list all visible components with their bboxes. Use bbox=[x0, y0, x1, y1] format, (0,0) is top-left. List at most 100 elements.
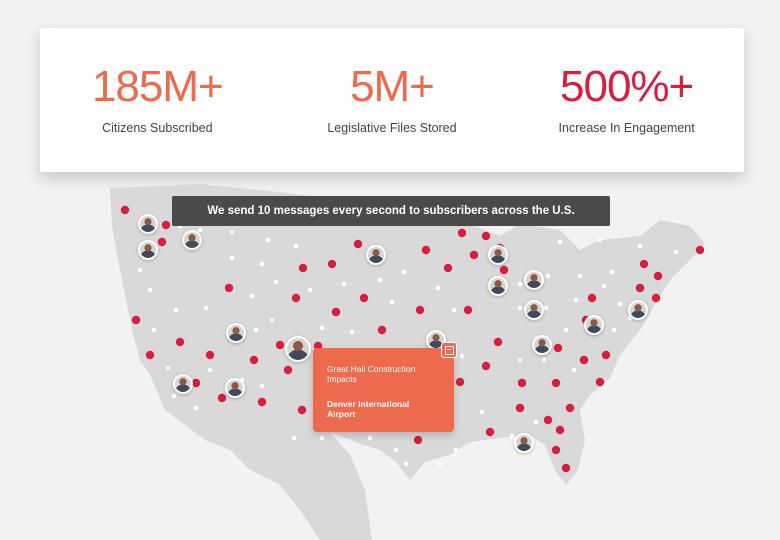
map-dot bbox=[341, 281, 347, 287]
map-dot bbox=[517, 357, 523, 363]
map-dot bbox=[443, 263, 453, 273]
map-dot bbox=[485, 427, 495, 437]
map-dot bbox=[273, 279, 279, 285]
map-dot bbox=[298, 263, 308, 273]
map-dot bbox=[653, 271, 663, 281]
avatar bbox=[138, 240, 158, 260]
map-dot bbox=[349, 329, 355, 335]
avatar bbox=[628, 300, 648, 320]
map-dot bbox=[517, 281, 523, 287]
map-dot bbox=[565, 403, 575, 413]
map-dot bbox=[577, 273, 583, 279]
avatar bbox=[226, 323, 246, 343]
map-dot bbox=[367, 435, 373, 441]
avatar bbox=[138, 214, 158, 234]
map-dot bbox=[319, 435, 325, 441]
map-dot bbox=[479, 409, 485, 415]
map-dot bbox=[597, 237, 603, 243]
map-dot bbox=[611, 327, 617, 333]
stat-label: Increase In Engagement bbox=[558, 121, 695, 135]
map-dot bbox=[193, 405, 199, 411]
stat-label: Citizens Subscribed bbox=[102, 121, 213, 135]
map-dot bbox=[229, 255, 235, 261]
map-dot bbox=[651, 293, 661, 303]
map-dot bbox=[389, 299, 395, 305]
map-dot bbox=[259, 261, 265, 267]
map-dot bbox=[377, 277, 383, 283]
map-dot bbox=[275, 340, 285, 350]
map-dot bbox=[617, 301, 623, 307]
map-dot bbox=[469, 250, 479, 260]
avatar bbox=[514, 433, 534, 453]
map-dot bbox=[293, 243, 299, 249]
map-dot bbox=[257, 397, 267, 407]
map-dot bbox=[517, 305, 523, 311]
map-dot bbox=[353, 239, 363, 249]
map-dot bbox=[557, 239, 563, 245]
stat-files: 5M+ Legislative Files Stored bbox=[282, 62, 502, 136]
map-dot bbox=[147, 287, 153, 293]
location-popup[interactable]: Great Hall Construction Impacts Denver I… bbox=[313, 342, 457, 432]
map-dot bbox=[191, 378, 201, 388]
map-dot bbox=[173, 307, 179, 313]
map-dot bbox=[551, 378, 561, 388]
map-dot bbox=[205, 350, 215, 360]
stat-engagement: 500%+ Increase In Engagement bbox=[517, 65, 737, 136]
banner: We send 10 messages every second to subs… bbox=[172, 196, 610, 226]
map-dot bbox=[319, 325, 325, 331]
map-dot bbox=[481, 231, 491, 241]
map-dot bbox=[543, 415, 553, 425]
map-dot bbox=[481, 361, 491, 371]
map-dot bbox=[377, 325, 387, 335]
map-dot bbox=[307, 287, 313, 293]
map-dot bbox=[457, 228, 467, 238]
map-dot bbox=[403, 461, 409, 467]
map-dot bbox=[517, 378, 527, 388]
map-dot bbox=[229, 229, 235, 235]
map-dot bbox=[297, 405, 307, 415]
map-dot bbox=[359, 293, 369, 303]
map-dot bbox=[499, 265, 509, 275]
map-dot bbox=[579, 355, 589, 365]
stat-citizens: 185M+ Citizens Subscribed bbox=[47, 65, 267, 136]
avatar bbox=[532, 335, 552, 355]
map-dot bbox=[541, 357, 547, 363]
map-dot bbox=[543, 305, 549, 311]
map-dot bbox=[533, 419, 539, 425]
stat-label: Legislative Files Stored bbox=[327, 121, 457, 135]
map-dot bbox=[553, 343, 563, 353]
avatar bbox=[584, 315, 604, 335]
map-dot bbox=[265, 237, 271, 243]
map-dot bbox=[259, 383, 265, 389]
avatar bbox=[173, 374, 193, 394]
map-dot bbox=[171, 393, 177, 399]
map-dot bbox=[401, 269, 407, 275]
map-dot bbox=[249, 355, 259, 365]
map-dot bbox=[413, 435, 423, 445]
map-dot bbox=[563, 327, 569, 333]
map-dot bbox=[635, 283, 645, 293]
avatar bbox=[285, 336, 311, 362]
map-dot bbox=[203, 305, 209, 311]
map-dot bbox=[673, 249, 679, 255]
map-dot bbox=[175, 337, 185, 347]
map-dot bbox=[435, 285, 441, 291]
avatar bbox=[524, 270, 544, 290]
stat-value: 5M+ bbox=[350, 62, 435, 111]
avatar bbox=[488, 245, 508, 265]
map-dot bbox=[509, 433, 515, 439]
map-dot bbox=[601, 283, 607, 289]
map-dot bbox=[131, 315, 141, 325]
map-dot bbox=[555, 425, 565, 435]
map-dot bbox=[545, 273, 551, 279]
map-dot bbox=[283, 365, 293, 375]
newspaper-icon bbox=[441, 342, 457, 358]
map-dot bbox=[207, 367, 213, 373]
map-dot bbox=[463, 305, 473, 315]
avatar bbox=[488, 276, 508, 296]
map-dot bbox=[493, 337, 503, 347]
map-dot bbox=[573, 297, 579, 303]
map-dot bbox=[551, 445, 561, 455]
map-dot bbox=[639, 259, 649, 269]
map-dot bbox=[249, 293, 255, 299]
